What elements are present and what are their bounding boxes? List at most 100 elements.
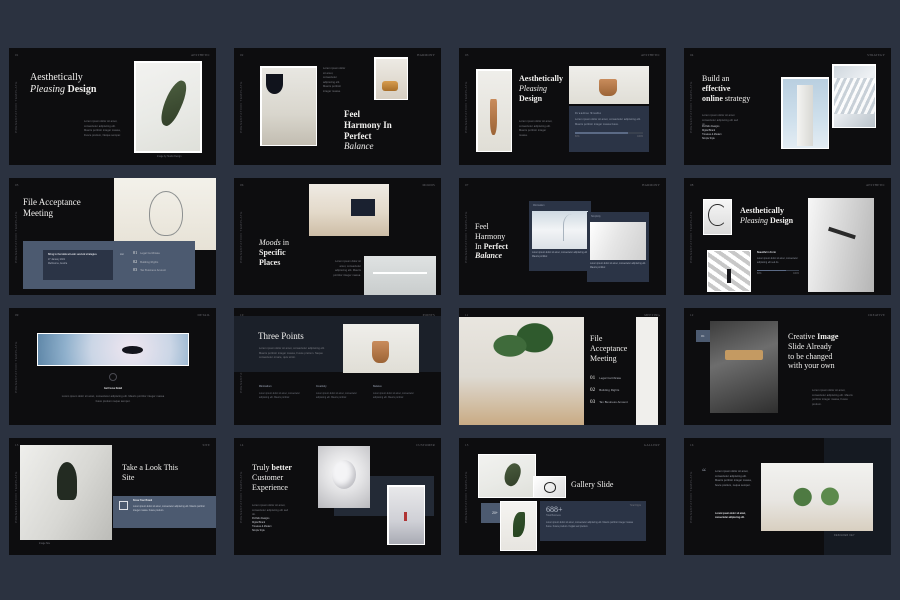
- detail-panel[interactable]: Bring to the table win-win survival stra…: [23, 241, 195, 289]
- section-title: Beautiful in Form: [757, 252, 776, 254]
- column: Balance Lorem ipsum dolor sit amet, cons…: [373, 386, 421, 401]
- abstract-sculpture-image: [318, 446, 370, 508]
- section-body: Lorem ipsum dolor sit amet, consectetur …: [757, 257, 798, 264]
- list-item: 02 Building Rights: [133, 259, 166, 264]
- info-card[interactable]: Creative Studio Lorem ipsum dolor sit am…: [569, 106, 649, 152]
- slide-thumbnail-16[interactable]: 16 QUOTE PRESENTATION TEMPLATE “ Lorem i…: [684, 438, 891, 555]
- card-body: Lorem ipsum dolor sit amet, consectetur …: [575, 118, 641, 126]
- slide-side-rail: PRESENTATION TEMPLATE: [14, 210, 18, 263]
- column-label: Minimalism: [259, 386, 272, 388]
- meeting-card[interactable]: Bring to the table win-win survival stra…: [43, 250, 113, 280]
- slide-index: 08: [690, 183, 694, 187]
- slide-title: Moods in Specific Places: [259, 238, 319, 267]
- stat-card[interactable]: Total Digits 688+ Total Business Lorem i…: [540, 501, 646, 541]
- slide-side-rail: PRESENTATION TEMPLATE: [464, 470, 468, 523]
- slide-corner-label: STRATEGY: [867, 53, 885, 57]
- title-line-4: with your own: [788, 361, 835, 371]
- slide-side-rail: PRESENTATION TEMPLATE: [239, 80, 243, 133]
- stat-value: 688+: [546, 505, 563, 514]
- title-line-4-italic: Balance: [344, 141, 374, 152]
- meeting-card-meta: Melbourne, Austria: [48, 263, 68, 266]
- badge: 01: [696, 330, 710, 342]
- title-line-2: Harmony In: [344, 119, 392, 130]
- list-item-label: Building Rights: [140, 260, 159, 264]
- title-line-2: Site: [122, 472, 135, 482]
- decorative-stripe: [636, 317, 658, 425]
- image-caption: DESIGNER KEY: [834, 535, 855, 537]
- slide-thumbnail-14[interactable]: 14 CUSTOMER PRESENTATION TEMPLATE Truly …: [234, 438, 441, 555]
- column: Creativity Lorem ipsum dolor sit amet, c…: [316, 386, 364, 401]
- list-item-number: 02: [590, 387, 596, 393]
- slide-thumbnail-8[interactable]: 08 AESTHETIC PRESENTATION TEMPLATE Aesth…: [684, 178, 891, 295]
- slide-thumbnail-15[interactable]: 15 GALLERY PRESENTATION TEMPLATE Gallery…: [459, 438, 666, 555]
- section-block: Beautiful in Form Lorem ipsum dolor sit …: [757, 252, 799, 277]
- slide-title: Gallery Slide: [571, 480, 614, 489]
- slide-thumbnail-11[interactable]: 11 MEETING File Acceptance Meeting 01 Le…: [459, 308, 666, 425]
- slide-thumbnail-4[interactable]: 04 STRATEGY PRESENTATION TEMPLATE Build …: [684, 48, 891, 165]
- olive-branch-image: [136, 63, 200, 151]
- list-item-number: 02: [133, 258, 138, 264]
- image-frame-vase: [569, 66, 649, 104]
- brand-card-body: Lorem ipsum dolor sit amet, consectetur …: [133, 505, 205, 512]
- feature-card-body: Lorem ipsum dolor sit amet, consectetur …: [532, 251, 588, 258]
- progress-track: [575, 132, 643, 134]
- list-item-number: 03: [133, 267, 138, 272]
- slide-thumbnail-5[interactable]: 05 MEETING PRESENTATION TEMPLATE File Ac…: [9, 178, 216, 295]
- image-frame-spiral: [703, 199, 732, 235]
- slide-thumbnail-12[interactable]: 12 CREATIVE 01 Creative Image Slide Alre…: [684, 308, 891, 425]
- feature-card-label: Minimalism: [533, 205, 545, 207]
- image-frame-lighthouse: [781, 77, 829, 149]
- list-item-number: 01: [590, 375, 596, 381]
- slide-corner-label: HARMONY: [417, 53, 435, 57]
- title-line-2: Acceptance: [590, 343, 628, 353]
- slide-corner-label: AESTHETIC: [640, 53, 660, 57]
- image-frame-sculpture: [318, 446, 370, 508]
- stat-right: 100%: [793, 273, 799, 276]
- image-frame-vase: [343, 324, 419, 373]
- slide-title: File Acceptance Meeting: [23, 197, 103, 219]
- vase-flowers-image: [569, 66, 649, 104]
- slide-thumbnail-10[interactable]: 10 POINTS PRESENTATION TEMPLATE Three Po…: [234, 308, 441, 425]
- slide-grid: 01 AESTHETIC PRESENTATION TEMPLATE Aesth…: [0, 0, 900, 600]
- slide-index: 15: [465, 443, 469, 447]
- progress-track: [757, 269, 799, 272]
- title-line-2: effective: [702, 83, 731, 93]
- slide-thumbnail-7[interactable]: 07 HARMONY PRESENTATION TEMPLATE Feel Ha…: [459, 178, 666, 295]
- title-line-4-italic: Balance: [475, 251, 503, 261]
- slide-side-rail: PRESENTATION TEMPLATE: [689, 80, 693, 133]
- feature-card-2[interactable]: Simplicity Lorem ipsum dolor sit amet, c…: [587, 212, 649, 282]
- title-line-1: Feel: [475, 222, 489, 231]
- slide-thumbnail-13[interactable]: 13 SITE PRESENTATION TEMPLATE Image Site…: [9, 438, 216, 555]
- title-line-3: to be changed: [788, 351, 833, 361]
- title-line-3: Design: [519, 93, 543, 103]
- title-line-2: Specific: [259, 247, 286, 257]
- candle-still-life-image: [477, 70, 511, 151]
- list-item-number: 01: [133, 250, 138, 255]
- title-line-1: File: [590, 334, 603, 343]
- minimal-architecture-image: [532, 210, 588, 249]
- wooden-chair-image: [710, 321, 778, 413]
- brand-card-title: Know Your Brand: [133, 500, 153, 502]
- image-frame: [134, 61, 202, 153]
- title-line-1a: Creative: [788, 332, 818, 341]
- slide-thumbnail-9[interactable]: 09 DETAIL PRESENTATION TEMPLATE Get Focu…: [9, 308, 216, 425]
- title-line-2: Meeting: [23, 207, 53, 218]
- slide-thumbnail-3[interactable]: 03 AESTHETIC PRESENTATION TEMPLATE Aesth…: [459, 48, 666, 165]
- image-frame-lamps: [364, 256, 436, 295]
- slide-thumbnail-1[interactable]: 01 AESTHETIC PRESENTATION TEMPLATE Aesth…: [9, 48, 216, 165]
- feature-card-1[interactable]: Minimalism Lorem ipsum dolor sit amet, c…: [529, 201, 591, 271]
- gallery-thumb-image: [534, 477, 565, 497]
- slide-thumbnail-6[interactable]: 06 MOODS PRESENTATION TEMPLATE Moods in …: [234, 178, 441, 295]
- brand-card[interactable]: Know Your Brand Lorem ipsum dolor sit am…: [113, 496, 216, 528]
- title-line-2-rest: Design: [770, 215, 794, 225]
- play-icon[interactable]: [109, 373, 117, 381]
- slide-corner-label: CREATIVE: [867, 313, 885, 317]
- slide-index: 03: [465, 53, 469, 57]
- image-frame-hanger: [114, 178, 216, 250]
- image-frame-olive: [478, 454, 536, 498]
- title-line-3: Places: [259, 257, 281, 267]
- slide-thumbnail-2[interactable]: 02 HARMONY PRESENTATION TEMPLATE Lorem i…: [234, 48, 441, 165]
- spiral-structure-image: [704, 200, 731, 234]
- image-frame-bread: [374, 57, 408, 100]
- fabric-closeup-image: [808, 198, 874, 292]
